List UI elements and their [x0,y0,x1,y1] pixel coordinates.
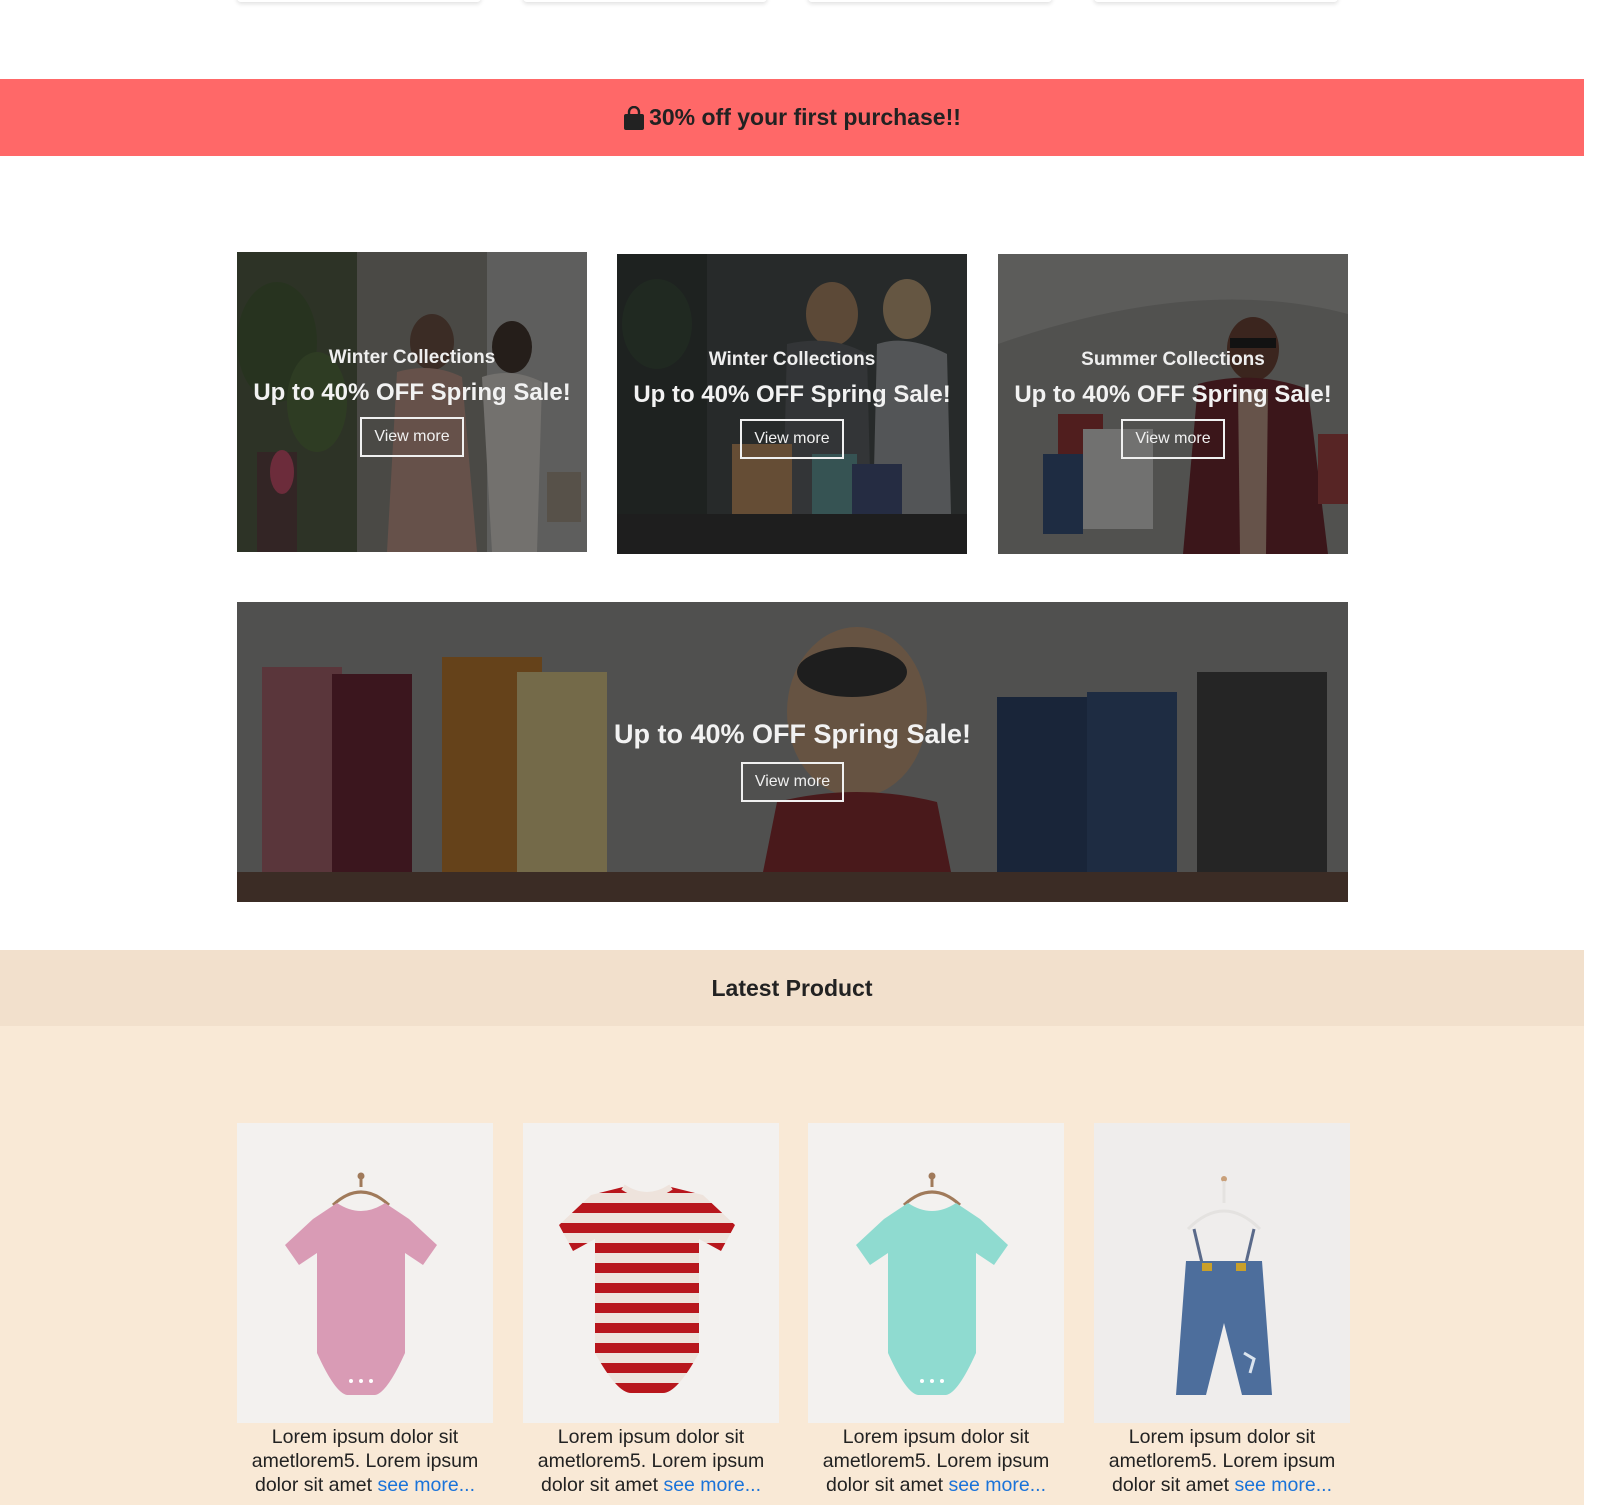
view-more-button[interactable]: View more [1121,419,1225,459]
product-image[interactable] [1094,1123,1350,1423]
view-more-button[interactable]: View more [360,417,464,457]
latest-product-header: Latest Product [0,950,1584,1026]
banner-summer: Summer Collections Up to 40% OFF Spring … [998,254,1348,554]
shopping-bag-icon [623,105,645,130]
banner-subtitle: Summer Collections [1081,349,1265,370]
view-more-button[interactable]: View more [740,419,844,459]
see-more-link[interactable]: see more... [948,1474,1046,1496]
product-image[interactable] [808,1123,1064,1423]
product-description: Lorem ipsum dolor sit ametlorem5. Lorem … [1108,1426,1336,1496]
banner-wide: Up to 40% OFF Spring Sale! View more [237,602,1348,902]
product-description: Lorem ipsum dolor sit ametlorem5. Lorem … [822,1426,1050,1496]
banner-title: Up to 40% OFF Spring Sale! [253,379,571,406]
product-card: Lorem ipsum dolor sit ametlorem5. Lorem … [523,1123,779,1497]
see-more-link[interactable]: see more... [377,1474,475,1496]
banner-subtitle: Winter Collections [708,349,876,370]
product-card: Lorem ipsum dolor sit ametlorem5. Lorem … [1094,1123,1350,1497]
promo-bar: 30% off your first purchase!! [0,79,1584,156]
product-description: Lorem ipsum dolor sit ametlorem5. Lorem … [251,1426,479,1496]
see-more-link[interactable]: see more... [1234,1474,1332,1496]
banner-subtitle: Winter Collections [328,347,496,368]
banner-title: Up to 40% OFF Spring Sale! [1014,381,1332,408]
view-more-button[interactable]: View more [740,761,845,802]
previous-section-cards [0,0,1584,4]
section-title: Latest Product [711,974,873,1001]
promo-text: 30% off your first purchase!! [649,104,961,130]
see-more-link[interactable]: see more... [663,1474,761,1496]
product-card: Lorem ipsum dolor sit ametlorem5. Lorem … [237,1123,493,1497]
product-description: Lorem ipsum dolor sit ametlorem5. Lorem … [537,1426,765,1496]
product-image[interactable] [523,1123,779,1423]
product-card: Lorem ipsum dolor sit ametlorem5. Lorem … [808,1123,1064,1497]
banner-winter-1: Winter Collections Up to 40% OFF Spring … [237,252,587,552]
banner-title: Up to 40% OFF Spring Sale! [613,718,972,749]
banner-winter-2: Winter Collections Up to 40% OFF Spring … [617,254,967,554]
product-image[interactable] [237,1123,493,1423]
banner-title: Up to 40% OFF Spring Sale! [633,381,951,408]
